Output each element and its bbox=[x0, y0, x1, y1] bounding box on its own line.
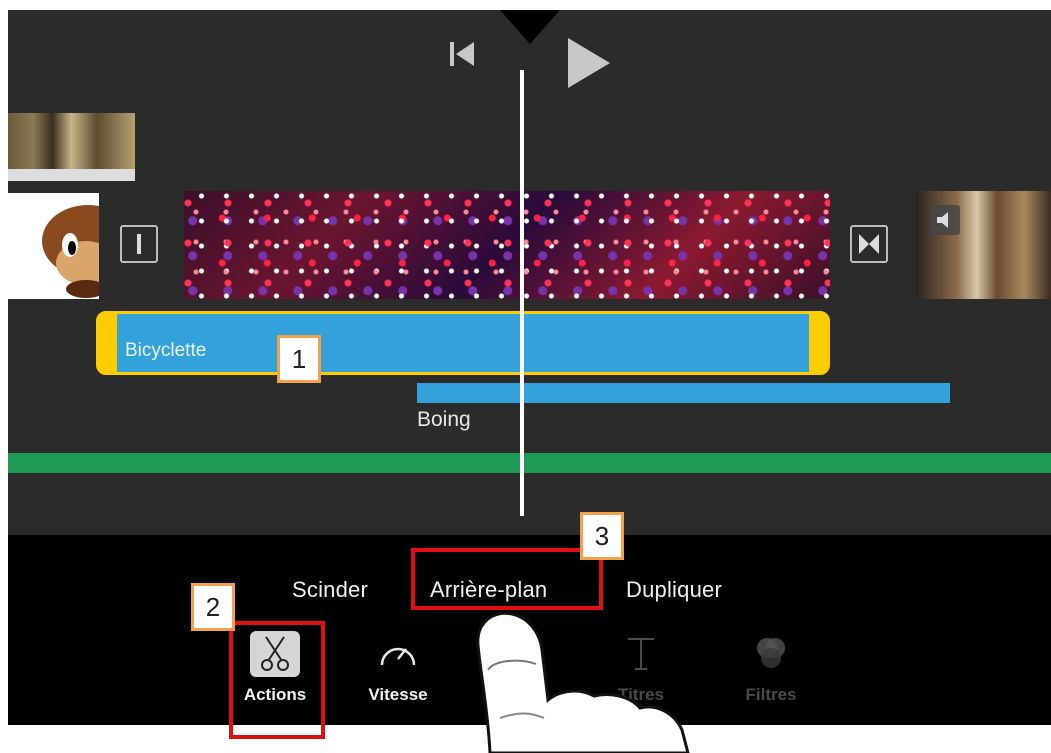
video-thumbnail-goomba[interactable] bbox=[8, 193, 99, 299]
action-split[interactable]: Scinder bbox=[292, 577, 368, 603]
trim-handle-right[interactable] bbox=[809, 314, 827, 372]
callout-3: 3 bbox=[580, 512, 624, 560]
highlight-actions bbox=[229, 621, 325, 739]
callout-1: 1 bbox=[277, 335, 321, 383]
bar-icon bbox=[137, 234, 141, 254]
callout-2: 2 bbox=[191, 583, 235, 631]
video-thumbnail-room-2[interactable] bbox=[916, 191, 1051, 299]
playhead bbox=[520, 70, 524, 516]
transition-bowtie-icon bbox=[859, 234, 879, 254]
speedometer-icon bbox=[373, 631, 423, 677]
trim-handle-left[interactable] bbox=[99, 314, 117, 372]
skip-to-start-icon[interactable] bbox=[448, 40, 476, 68]
filters-circles-icon bbox=[746, 631, 796, 677]
video-clip-glitter[interactable] bbox=[184, 191, 830, 299]
sound-effect-label: Boing bbox=[417, 408, 471, 431]
goomba-image bbox=[42, 205, 99, 298]
clip-start-marker[interactable] bbox=[120, 225, 158, 263]
tool-speed[interactable]: Vitesse bbox=[353, 631, 443, 705]
audio-clip-label: Bicyclette bbox=[125, 340, 207, 361]
playhead-notch bbox=[500, 10, 560, 44]
timeline[interactable]: Bicyclette Boing bbox=[8, 10, 1051, 535]
video-thumbnail-room[interactable] bbox=[8, 113, 135, 181]
play-icon[interactable] bbox=[566, 36, 612, 90]
tool-label: Filtres bbox=[745, 685, 797, 704]
mute-icon bbox=[930, 205, 960, 235]
sound-effect-clip[interactable] bbox=[417, 383, 950, 403]
pointing-hand-icon bbox=[476, 611, 690, 753]
transition-button[interactable] bbox=[850, 225, 888, 263]
tool-filters: Filtres bbox=[726, 631, 816, 705]
audio-clip-bicyclette[interactable]: Bicyclette bbox=[96, 311, 830, 375]
tool-label: Vitesse bbox=[368, 685, 428, 704]
background-music-track[interactable] bbox=[8, 453, 1051, 473]
